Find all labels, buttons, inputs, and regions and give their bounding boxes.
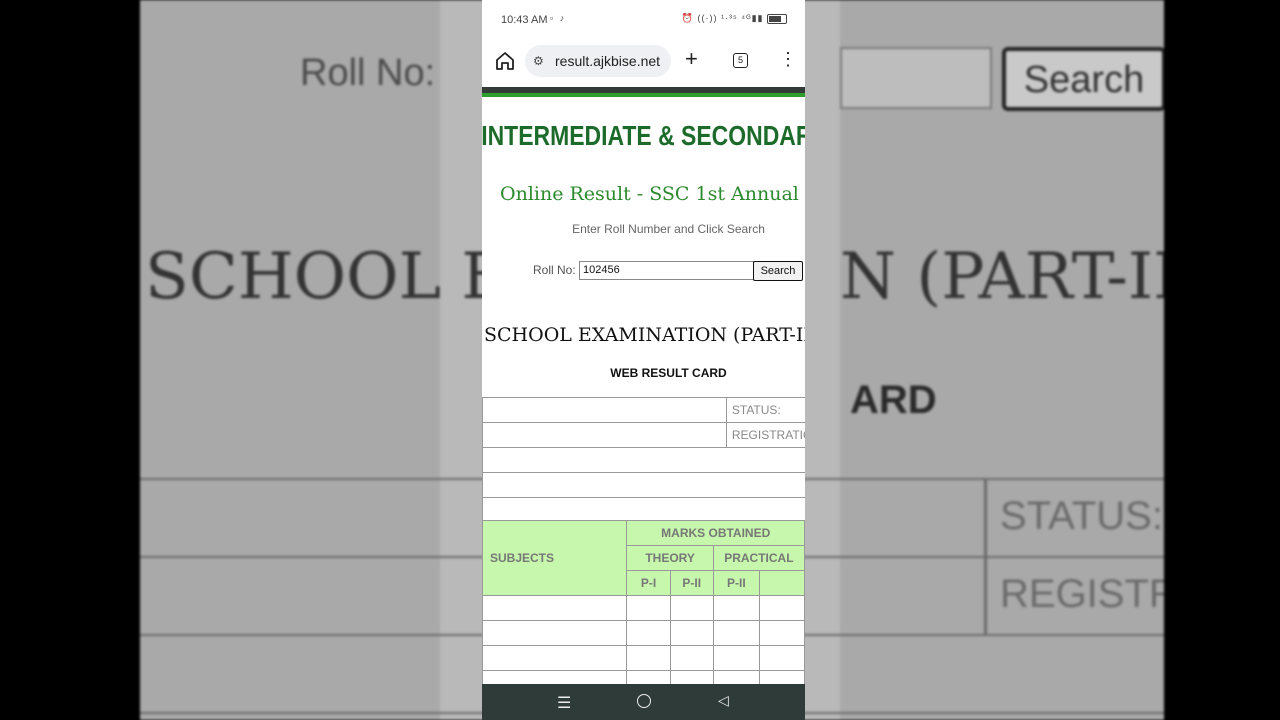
battery-icon [767,13,787,24]
extra-header [758,570,805,596]
table-row [482,472,805,498]
table-row [482,620,805,646]
notification-icons: ▫ ♪ [550,13,567,23]
bg-heading-left: SCHOOL E [145,240,509,314]
table-cell [669,620,714,646]
info-cell [482,397,727,423]
status-time: 10:43 AM [501,14,548,26]
phone-screen: 10:43 AM ▫ ♪ ⏰ ((·)) ¹·³⁵ ⁴ᴳ▮▮ ⚙ result.… [482,0,805,720]
overflow-menu-icon[interactable]: ⋮ [779,48,797,70]
table-cell [626,595,671,621]
table-cell [669,645,714,671]
marks-obtained-header: MARKS OBTAINED [626,520,805,546]
android-nav-bar: ☰ ◁ [482,684,805,720]
table-cell [482,645,628,671]
new-tab-icon[interactable]: + [685,48,698,70]
nav-home-icon[interactable] [637,694,651,708]
bg-roll-input [840,47,992,109]
table-row: STATUS: [482,397,805,423]
table-row [482,447,805,473]
table-cell [758,620,805,646]
bg-shade-left [140,0,440,720]
site-settings-icon[interactable]: ⚙ [533,54,544,68]
info-cell [482,422,727,448]
p1-header: P-I [626,570,671,596]
info-cell [482,497,805,523]
practical-p2-header: P-II [712,570,760,596]
table-cell [482,595,628,621]
address-bar[interactable]: ⚙ result.ajkbise.net [525,45,671,77]
bg-table-vline [984,478,987,634]
registration-label: REGISTRATION [725,422,805,448]
exam-heading: SCHOOL EXAMINATION (PART-II) [484,324,805,346]
bg-card-label: ARD [850,378,937,422]
home-icon[interactable] [494,50,516,72]
table-cell [669,595,714,621]
roll-number-label: Roll No: [533,263,576,277]
instruction-text: Enter Roll Number and Click Search [572,222,765,236]
board-title-text: D OF INTERMEDIATE & SECONDARY [482,120,805,151]
site-header-stripe [482,93,805,97]
table-row [482,595,805,621]
status-bar: 10:43 AM ▫ ♪ ⏰ ((·)) ¹·³⁵ ⁴ᴳ▮▮ [482,0,805,40]
theory-header: THEORY [626,545,714,571]
web-result-card-title: WEB RESULT CARD [610,366,727,380]
table-row: SUBJECTS MARKS OBTAINED [482,520,805,596]
marks-table: SUBJECTS MARKS OBTAINED THEORY PRACTICAL… [482,520,805,696]
bg-search-button: Search [1002,47,1164,111]
bg-registration-label: REGISTRA [1000,572,1164,616]
board-title: D OF INTERMEDIATE & SECONDARY [482,120,805,160]
table-cell [626,645,671,671]
table-cell [758,595,805,621]
url-text[interactable]: result.ajkbise.net [555,53,660,69]
search-button[interactable]: Search [753,261,803,281]
table-cell [712,645,760,671]
subjects-header: SUBJECTS [482,520,628,596]
recents-icon[interactable]: ☰ [557,693,571,713]
status-label: STATUS: [725,397,805,423]
candidate-info-table: STATUS: REGISTRATION [482,397,805,523]
p2-header: P-II [669,570,714,596]
table-cell [758,645,805,671]
info-cell [482,447,805,473]
browser-toolbar: ⚙ result.ajkbise.net + 5 ⋮ [482,40,805,86]
practical-header: PRACTICAL [712,545,805,571]
roll-number-input[interactable]: 102456 [579,261,754,280]
info-cell [482,472,805,498]
table-row [482,497,805,523]
online-result-heading: Online Result - SSC 1st Annual 2024 [500,183,805,205]
system-icons: ⏰ ((·)) ¹·³⁵ ⁴ᴳ▮▮ [682,13,787,24]
table-row: REGISTRATION [482,422,805,448]
bg-status-label: STATUS: [1000,494,1163,538]
bg-heading-right: N (PART-II) [840,240,1164,314]
back-icon[interactable]: ◁ [718,692,729,709]
table-cell [712,620,760,646]
table-cell [712,595,760,621]
tab-switcher-button[interactable]: 5 [733,53,748,68]
bg-roll-label: Roll No: [300,52,436,94]
signal-icon: ⏰ ((·)) ¹·³⁵ ⁴ᴳ▮▮ [681,13,764,23]
table-cell [626,620,671,646]
table-cell [482,620,628,646]
table-row [482,645,805,671]
